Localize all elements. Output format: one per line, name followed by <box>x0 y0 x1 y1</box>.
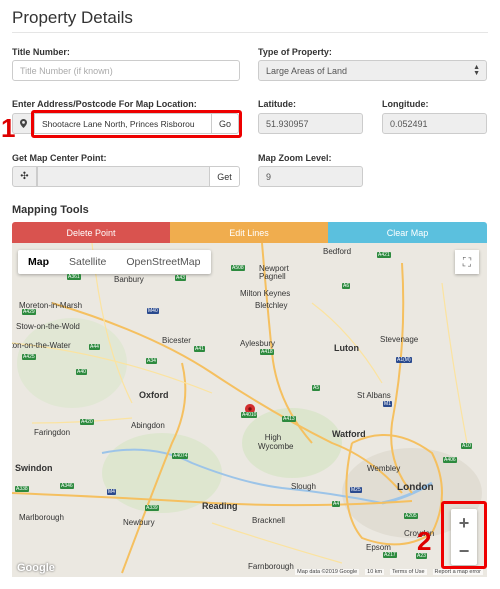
place-label: Bicester <box>162 336 191 345</box>
place-label: Swindon <box>15 463 53 473</box>
road-label: A44 <box>89 344 100 350</box>
road-label: M25 <box>350 487 362 493</box>
place-label: Faringdon <box>34 428 71 437</box>
map-type-satellite-tab[interactable]: Satellite <box>59 250 116 274</box>
road-label: A10 <box>461 443 472 449</box>
place-label: Burton-on-the-Water <box>12 341 71 350</box>
road-label: A429 <box>22 309 36 315</box>
title-number-input[interactable]: Title Number (if known) <box>12 60 240 81</box>
road-label: A406 <box>443 457 457 463</box>
page-title: Property Details <box>12 8 133 27</box>
zoom-level-label: Map Zoom Level: <box>258 153 332 163</box>
place-label: Abingdon <box>131 421 165 430</box>
place-label: Stow-on-the-Wold <box>16 322 80 331</box>
terms-link[interactable]: Terms of Use <box>390 569 427 575</box>
place-label: Banbury <box>114 275 144 284</box>
place-label: London <box>397 482 434 493</box>
type-of-property-select[interactable]: Large Areas of Land ▲ ▼ <box>258 60 487 81</box>
place-label: Marlborough <box>19 513 64 522</box>
place-label: Newbury <box>123 518 155 527</box>
road-label: A338 <box>15 486 29 492</box>
place-label: Epsom <box>366 543 391 552</box>
road-label: A4074 <box>172 453 189 459</box>
select-arrows-icon: ▲ ▼ <box>473 64 480 77</box>
type-of-property-value: Large Areas of Land <box>266 65 348 76</box>
zoom-level-field[interactable]: 9 <box>258 166 363 187</box>
road-label: A34 <box>146 358 157 364</box>
place-label: High Wycombe <box>258 433 294 451</box>
place-label: Wembley <box>367 464 401 473</box>
address-label: Enter Address/Postcode For Map Location: <box>12 99 197 109</box>
longitude-label: Longitude: <box>382 99 429 109</box>
map-type-map-tab[interactable]: Map <box>18 250 59 274</box>
road-label: A346 <box>60 483 74 489</box>
annotation-number-2: 2 <box>417 526 432 556</box>
map-footer: Map data ©2019 Google 10 km Terms of Use… <box>12 567 487 577</box>
road-label: A421 <box>377 252 391 258</box>
place-label: Bletchley <box>255 301 288 310</box>
road-label: A5 <box>312 385 321 391</box>
place-label: Newport Pagnell <box>259 264 289 281</box>
zoom-level-value: 9 <box>266 171 272 182</box>
crosshair-icon: ✣ <box>12 166 37 187</box>
map-center-field[interactable] <box>37 166 210 187</box>
road-label: M4 <box>107 489 116 495</box>
road-label: A43 <box>175 275 186 281</box>
place-label: Oxford <box>139 390 169 400</box>
edit-lines-button[interactable]: Edit Lines <box>170 222 328 243</box>
fullscreen-icon[interactable]: ⛶ <box>455 250 479 274</box>
place-label: St Albans <box>357 391 391 400</box>
place-label: Stevenage <box>380 335 419 344</box>
map-type-osm-tab[interactable]: OpenStreetMap <box>116 250 210 274</box>
latitude-value: 51.930957 <box>266 118 309 129</box>
delete-point-button[interactable]: Delete Point <box>12 222 170 243</box>
place-label: Bedford <box>323 247 352 256</box>
map-center-label: Get Map Center Point: <box>12 153 107 163</box>
type-of-property-label: Type of Property: <box>258 47 332 57</box>
place-label: Slough <box>291 482 316 491</box>
road-label: A413 <box>282 416 296 422</box>
road-label: M1 <box>383 401 392 407</box>
map-canvas[interactable]: Map Satellite OpenStreetMap ⛶ Banbury Be… <box>12 243 487 577</box>
road-label: A1(M) <box>396 357 412 363</box>
road-label: A420 <box>80 419 94 425</box>
map-data-credit: Map data ©2019 Google <box>295 569 360 575</box>
latitude-label: Latitude: <box>258 99 296 109</box>
road-label: A4010 <box>241 412 258 418</box>
road-label: A205 <box>404 513 418 519</box>
report-error-link[interactable]: Report a map error <box>432 569 483 575</box>
place-label: Reading <box>202 501 238 511</box>
map-type-control: Map Satellite OpenStreetMap <box>18 250 211 274</box>
annotation-box-1 <box>31 110 242 138</box>
map-scale: 10 km <box>365 569 385 575</box>
mapping-tools-heading: Mapping Tools <box>12 204 89 216</box>
road-label: A361 <box>67 274 81 280</box>
road-label: A425 <box>22 354 36 360</box>
annotation-box-2 <box>441 501 487 569</box>
annotation-number-1: 1 <box>1 113 16 143</box>
road-label: A339 <box>145 505 159 511</box>
road-label: M40 <box>147 308 159 314</box>
place-label: Aylesbury <box>240 339 275 348</box>
latitude-field[interactable]: 51.930957 <box>258 113 363 134</box>
road-label: A4 <box>332 501 341 507</box>
road-label: A217 <box>383 552 397 558</box>
place-label: Milton Keynes <box>240 289 291 298</box>
longitude-field[interactable]: 0.052491 <box>382 113 487 134</box>
get-center-button[interactable]: Get <box>209 166 240 187</box>
title-divider <box>12 32 488 33</box>
road-label: A6 <box>342 283 351 289</box>
road-label: A508 <box>231 265 245 271</box>
place-label: Bracknell <box>252 516 285 525</box>
place-label: Watford <box>332 429 366 439</box>
clear-map-button[interactable]: Clear Map <box>328 222 487 243</box>
title-number-label: Title Number: <box>12 47 70 57</box>
title-number-placeholder: Title Number (if known) <box>20 65 113 76</box>
road-label: A41 <box>194 346 205 352</box>
road-label: A40 <box>76 369 87 375</box>
road-label: A418 <box>260 349 274 355</box>
longitude-value: 0.052491 <box>390 118 428 129</box>
place-label: Luton <box>334 343 359 353</box>
